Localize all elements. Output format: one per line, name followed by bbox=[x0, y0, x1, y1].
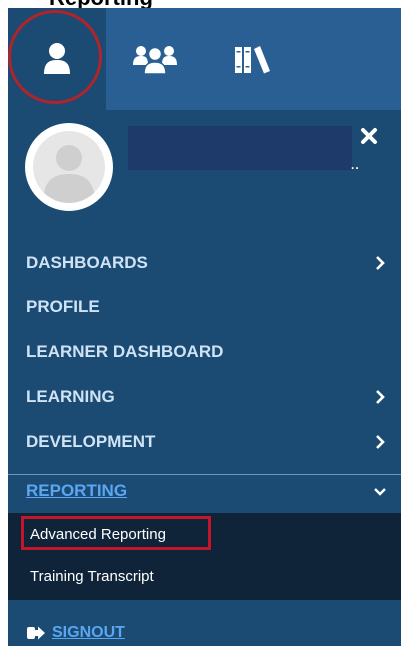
chevron-right-icon bbox=[376, 256, 385, 270]
submenu-item-label: Training Transcript bbox=[30, 568, 154, 585]
page-heading-clipped: Reporting bbox=[0, 0, 401, 8]
nav-item-learning[interactable]: LEARNING bbox=[8, 375, 401, 419]
nav-item-profile[interactable]: PROFILE bbox=[8, 285, 401, 329]
library-icon bbox=[235, 46, 270, 74]
user-name-redacted bbox=[128, 126, 352, 170]
chevron-down-icon bbox=[374, 488, 386, 496]
close-icon[interactable] bbox=[359, 126, 379, 146]
chevron-right-icon bbox=[376, 435, 385, 449]
nav-item-label: PROFILE bbox=[26, 297, 100, 316]
signout-icon bbox=[27, 626, 45, 640]
avatar bbox=[25, 123, 113, 211]
signout-label: SIGNOUT bbox=[52, 624, 125, 641]
nav-item-label: DEVELOPMENT bbox=[26, 432, 156, 451]
nav-item-label: REPORTING bbox=[26, 481, 128, 500]
chevron-right-icon bbox=[376, 390, 385, 404]
user-tab-highlight-circle bbox=[8, 10, 102, 104]
sidebar-menu: .. DASHBOARDS PROFILE LEARNER DASHBOARD … bbox=[8, 8, 401, 646]
nav-item-dashboards[interactable]: DASHBOARDS bbox=[8, 241, 401, 285]
page-heading: Reporting bbox=[49, 0, 153, 8]
nav-item-development[interactable]: DEVELOPMENT bbox=[8, 420, 401, 464]
advanced-reporting-highlight-box bbox=[21, 516, 211, 550]
signout-link[interactable]: SIGNOUT bbox=[26, 621, 125, 645]
user-silhouette-icon bbox=[43, 145, 95, 203]
group-icon bbox=[133, 46, 177, 75]
name-overflow-dots: .. bbox=[351, 158, 360, 172]
nav-item-learner-dashboard[interactable]: LEARNER DASHBOARD bbox=[8, 330, 401, 374]
avatar-placeholder bbox=[33, 131, 105, 203]
sidebar-tabs bbox=[8, 8, 401, 110]
submenu-item-training-transcript[interactable]: Training Transcript bbox=[8, 557, 401, 600]
tab-team[interactable] bbox=[106, 8, 204, 110]
tab-library[interactable] bbox=[204, 8, 302, 110]
nav-item-reporting[interactable]: REPORTING bbox=[8, 469, 401, 513]
nav-item-label: DASHBOARDS bbox=[26, 253, 148, 272]
nav-item-label: LEARNING bbox=[26, 387, 115, 406]
nav-item-label: LEARNER DASHBOARD bbox=[26, 342, 224, 361]
